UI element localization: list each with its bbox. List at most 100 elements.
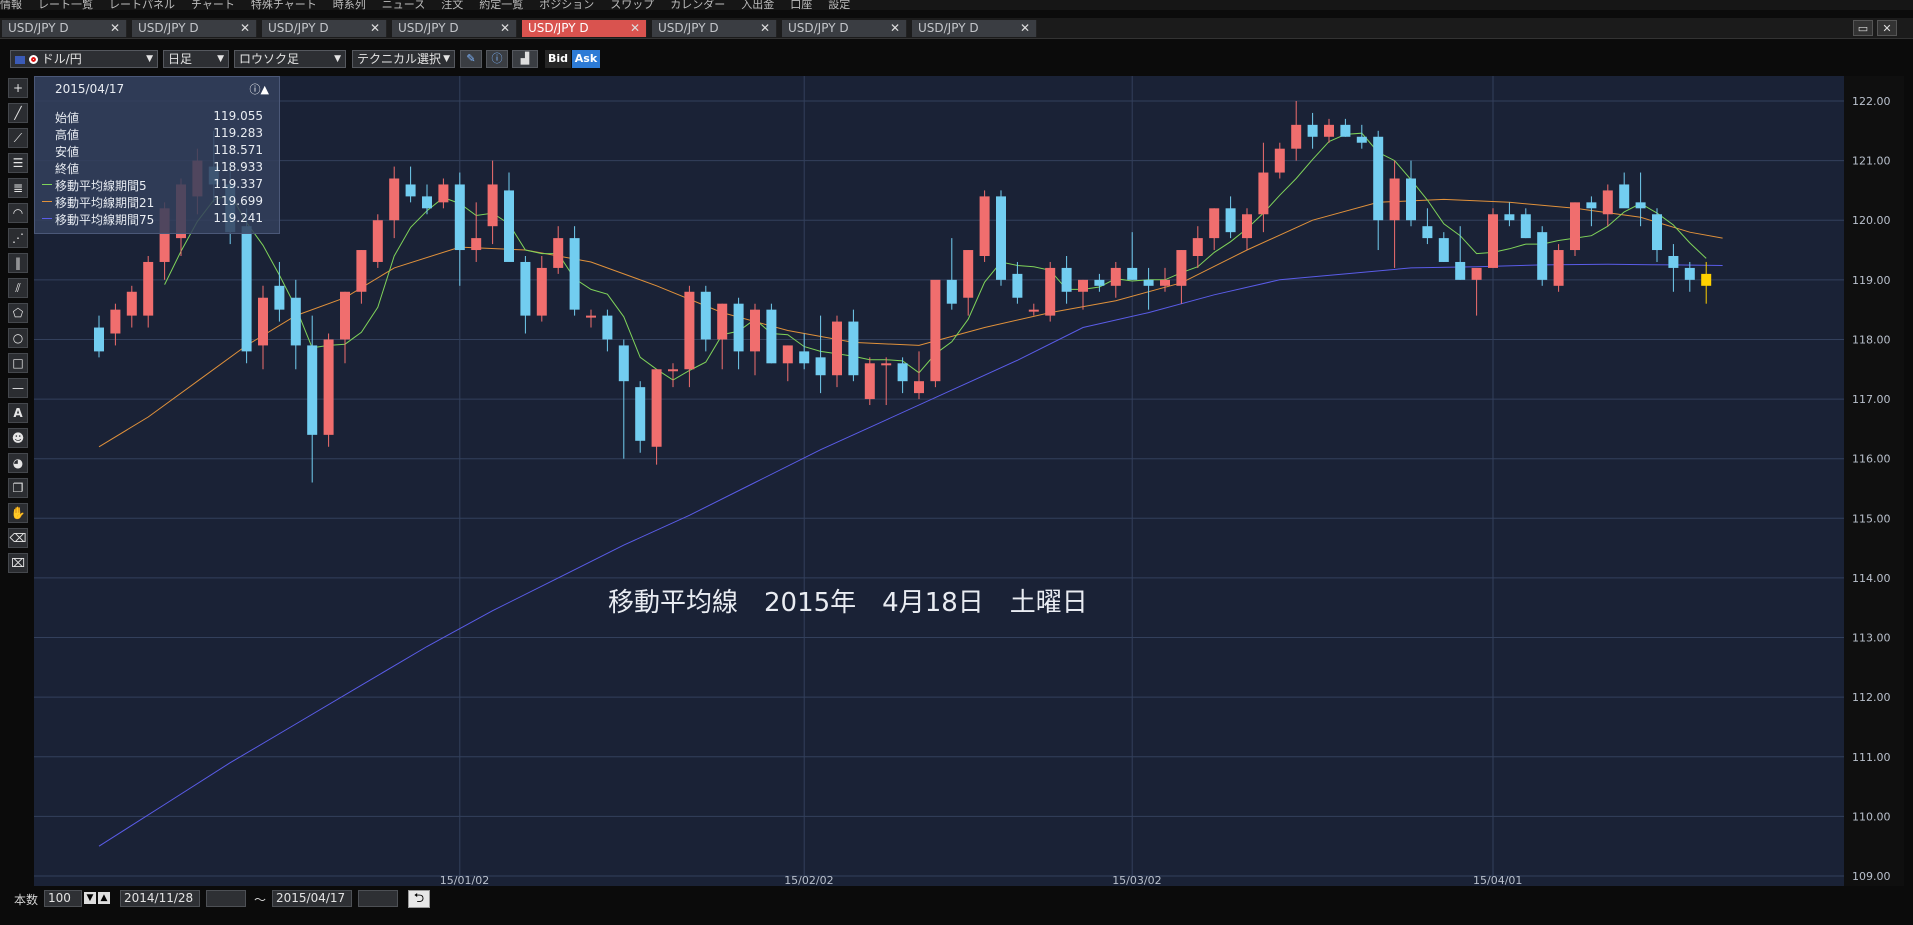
reset-range-icon[interactable]: ⮌ (408, 890, 430, 908)
chart-area[interactable]: 122.00 121.00 120.00 119.00 118.00 117.00 116.… (34, 76, 1904, 889)
restore-icon[interactable]: ▭ (1853, 20, 1873, 36)
info-label: 移動平均線期間21 (55, 196, 155, 210)
stamp-icon[interactable]: ◕ (8, 453, 28, 473)
chart-tab[interactable]: USD/JPY D ✕ (652, 20, 777, 37)
chart-tab[interactable]: USD/JPY D ✕ (782, 20, 907, 37)
chart-tab[interactable]: USD/JPY D ✕ (522, 20, 647, 37)
count-value: 100 (48, 891, 71, 905)
pentagon-icon[interactable]: ⬠ (8, 303, 28, 323)
count-input[interactable]: 100 (44, 890, 82, 907)
menu-item[interactable]: 設定 (828, 0, 850, 10)
chart-tab[interactable]: USD/JPY D ✕ (262, 20, 387, 37)
candle-body (1635, 202, 1646, 209)
candle-body (1045, 267, 1056, 316)
info-row: 移動平均線期間75 119.241 (42, 211, 263, 227)
close-icon[interactable]: ✕ (1877, 20, 1897, 36)
menu-item[interactable]: ニュース (382, 0, 425, 10)
currency-pair-select[interactable]: ドル/円 ▼ (10, 50, 158, 68)
count-up-icon[interactable]: ▲ (98, 892, 110, 904)
candle-body (290, 297, 301, 346)
menu-item[interactable]: ポジション (539, 0, 594, 10)
menu-item[interactable]: カレンダー (670, 0, 725, 10)
line-icon[interactable]: ╱ (8, 103, 28, 123)
candle-body (766, 309, 777, 364)
candle-body (323, 339, 334, 435)
chart-type-select[interactable]: ロウソク足 ▼ (234, 50, 346, 68)
tab-close-icon[interactable]: ✕ (630, 20, 640, 37)
chart-tab-label: USD/JPY D (268, 21, 329, 35)
chart-tab[interactable]: USD/JPY D ✕ (2, 20, 127, 37)
candle-body (602, 315, 613, 340)
erase-all-icon[interactable]: ⌧ (8, 553, 28, 573)
divider-icon[interactable]: — (8, 378, 28, 398)
count-down-icon[interactable]: ▼ (84, 892, 96, 904)
chart-tab[interactable]: USD/JPY D ✕ (912, 20, 1037, 37)
menu-item[interactable]: スワップ (610, 0, 654, 10)
menu-item[interactable]: 口座 (790, 0, 812, 10)
tab-close-icon[interactable]: ✕ (110, 20, 120, 37)
to-date-input[interactable]: 2015/04/17 (272, 890, 352, 907)
info-icon[interactable]: ⓘ (486, 50, 508, 68)
text-icon[interactable]: A (8, 403, 28, 423)
vertical-lines-icon[interactable]: ‖ (8, 253, 28, 273)
from-date-input[interactable]: 2014/11/28 (120, 890, 200, 907)
to-date: 2015/04/17 (276, 891, 346, 905)
candlestick-chart[interactable]: 122.00 121.00 120.00 119.00 118.00 117.00 116.… (34, 76, 1904, 887)
chart-tab-label: USD/JPY D (918, 21, 979, 35)
copy-icon[interactable]: ❐ (8, 478, 28, 498)
chart-style-icon[interactable]: ▟ (512, 50, 538, 68)
y-tick-label: 122.00 (1852, 95, 1891, 108)
horizontal-lines-icon[interactable]: ☰ (8, 153, 28, 173)
menu-item[interactable]: レート一覧 (38, 0, 93, 10)
tab-close-icon[interactable]: ✕ (890, 20, 900, 37)
menu-item[interactable]: 約定一覧 (479, 0, 523, 10)
hand-icon[interactable]: ✋ (8, 503, 28, 523)
tab-close-icon[interactable]: ✕ (500, 20, 510, 37)
tab-close-icon[interactable]: ✕ (240, 20, 250, 37)
y-tick-label: 110.00 (1852, 810, 1891, 823)
menu-item[interactable]: 特殊チャート (251, 0, 317, 10)
pen-icon[interactable]: ✎ (460, 50, 482, 68)
menu-item[interactable]: レートパネル (109, 0, 175, 10)
channel-icon[interactable]: ⫽ (8, 278, 28, 298)
info-row: 移動平均線期間5 119.337 (42, 177, 263, 193)
candle-body (454, 184, 465, 251)
from-time-input[interactable] (206, 890, 246, 907)
ask-button[interactable]: Ask (572, 50, 600, 68)
tab-close-icon[interactable]: ✕ (370, 20, 380, 37)
menu-item[interactable]: チャート (191, 0, 235, 10)
fan-icon[interactable]: ⋰ (8, 228, 28, 248)
rectangle-icon[interactable]: □ (8, 353, 28, 373)
collapse-icon[interactable]: ⓘ▲ (250, 81, 269, 97)
candle-body (471, 238, 482, 251)
menu-item[interactable]: 入出金 (741, 0, 774, 10)
chart-tab[interactable]: USD/JPY D ✕ (132, 20, 257, 37)
ruler-icon[interactable]: ⟋ (8, 128, 28, 148)
candle-body (1652, 214, 1662, 251)
chart-tab[interactable]: USD/JPY D ✕ (392, 20, 517, 37)
technical-select[interactable]: テクニカル選択 ▼ (352, 50, 455, 68)
tab-close-icon[interactable]: ✕ (760, 20, 770, 37)
to-time-input[interactable] (358, 890, 398, 907)
timeframe-select[interactable]: 日足 ▼ (163, 50, 229, 68)
candle-body (1127, 267, 1138, 280)
y-tick-label: 112.00 (1852, 691, 1891, 704)
eraser-icon[interactable]: ⌫ (8, 528, 28, 548)
candle-body (963, 250, 974, 298)
arc-icon[interactable]: ◠ (8, 203, 28, 223)
crosshair-icon[interactable]: + (8, 78, 28, 98)
candle-body (799, 351, 810, 364)
menu-item[interactable]: 注文 (441, 0, 463, 10)
chevron-down-icon: ▼ (146, 54, 153, 64)
circle-icon[interactable]: ○ (8, 328, 28, 348)
emoji-icon[interactable]: ☻ (8, 428, 28, 448)
tab-close-icon[interactable]: ✕ (1020, 20, 1030, 37)
candle-body (1324, 124, 1334, 137)
info-label: 移動平均線期間75 (55, 213, 155, 227)
menu-item[interactable]: 時系列 (333, 0, 366, 10)
bid-button[interactable]: Bid (545, 50, 571, 68)
menu-item[interactable]: 情報 (0, 0, 22, 10)
info-value: 118.571 (213, 143, 263, 157)
fibonacci-icon[interactable]: ≣ (8, 178, 28, 198)
candle-body (1537, 232, 1548, 280)
